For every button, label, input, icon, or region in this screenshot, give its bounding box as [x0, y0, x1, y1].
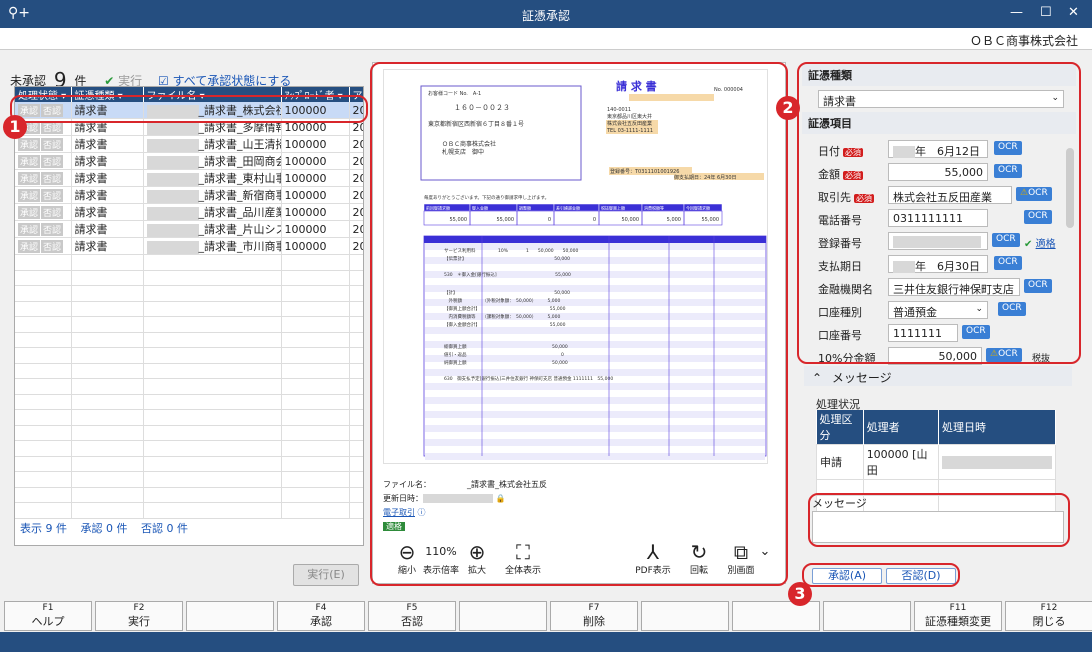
table-row[interactable]: 承認否認請求書_請求書_片山シス10000020	[15, 220, 363, 238]
reject-chip[interactable]: 否認	[41, 239, 64, 253]
row-uploader: 100000	[281, 186, 350, 204]
company-bar: ＯＢＣ商事株式会社	[0, 28, 1092, 50]
row-type: 請求書	[71, 220, 144, 238]
row-extra: 20	[349, 186, 363, 204]
minimize-button[interactable]: —	[1010, 5, 1023, 20]
table-row[interactable]: 承認否認請求書_請求書_山王清掃10000020	[15, 135, 363, 153]
approve-chip[interactable]: 承認	[18, 239, 41, 253]
reject-chip[interactable]: 否認	[41, 222, 64, 236]
table-row[interactable]: 承認否認請求書_請求書_東村山事10000020	[15, 169, 363, 187]
annotation-box-3	[802, 563, 960, 587]
row-extra: 20	[349, 135, 363, 153]
row-extra: 20	[349, 237, 363, 255]
annotation-badge-1: 1	[3, 115, 27, 139]
approved-count: 承認 0 件	[80, 522, 128, 535]
row-uploader: 100000	[281, 152, 350, 170]
annotation-box-1	[10, 95, 368, 123]
table-row[interactable]: 承認否認請求書_請求書_田岡商会10000020	[15, 152, 363, 170]
table-row[interactable]: 承認否認請求書_請求書_市川商事10000020	[15, 237, 363, 255]
fkey-f4[interactable]: F4 承認	[277, 601, 365, 631]
row-uploader: 100000	[281, 220, 350, 238]
approve-chip[interactable]: 承認	[18, 137, 41, 151]
fkey-empty	[459, 601, 547, 631]
row-file: _請求書_新宿商事	[143, 186, 282, 204]
annotation-badge-3: 3	[788, 582, 812, 606]
approve-chip[interactable]: 承認	[18, 222, 41, 236]
table-row[interactable]: 申請 100000 [山田	[816, 444, 1057, 480]
reject-chip[interactable]: 否認	[41, 188, 64, 202]
col-process-date: 処理日時	[938, 410, 1057, 445]
row-file: _請求書_田岡商会	[143, 152, 282, 170]
row-file: _請求書_品川産業	[143, 203, 282, 221]
company-name: ＯＢＣ商事株式会社	[969, 34, 1078, 48]
reject-chip[interactable]: 否認	[41, 205, 64, 219]
fkey-empty	[186, 601, 274, 631]
fkey-f5[interactable]: F5 否認	[368, 601, 456, 631]
reject-chip[interactable]: 否認	[41, 154, 64, 168]
chevron-up-icon: ⌃	[812, 371, 823, 385]
fkey-f2[interactable]: F2 実行	[95, 601, 183, 631]
display-count: 表示 9 件	[20, 522, 67, 535]
row-type: 請求書	[71, 152, 144, 170]
fkey-empty	[641, 601, 729, 631]
row-uploader: 100000	[281, 169, 350, 187]
fkey-f1[interactable]: F1 ヘルプ	[4, 601, 92, 631]
fkey-f7[interactable]: F7 削除	[550, 601, 638, 631]
approve-chip[interactable]: 承認	[18, 171, 41, 185]
table-row[interactable]: 承認否認請求書_請求書_新宿商事10000020	[15, 186, 363, 204]
row-file: _請求書_片山シス	[143, 220, 282, 238]
fkey-f12[interactable]: F12 閉じる	[1005, 601, 1092, 631]
col-process-type: 処理区分	[816, 410, 864, 445]
voucher-list-panel: 未承認 9 件 ✔ 実行 ☑ すべて承認状態にする 処理状態 ▾ 証憑種類 ▾ …	[10, 58, 366, 588]
approve-chip[interactable]: 承認	[18, 154, 41, 168]
approve-chip[interactable]: 承認	[18, 188, 41, 202]
table-row[interactable]: 承認否認請求書_請求書_品川産業10000020	[15, 203, 363, 221]
row-uploader: 100000	[281, 203, 350, 221]
function-key-bar: F1 ヘルプ F2 実行 F4 承認 F5 否認 F7 削除 F11 証憑種類変更 F12 閉じる	[4, 601, 1092, 631]
window-title: 証憑承認	[521, 9, 570, 23]
row-uploader: 100000	[281, 135, 350, 153]
row-file: _請求書_東村山事	[143, 169, 282, 187]
row-type: 請求書	[71, 169, 144, 187]
row-file: _請求書_山王清掃	[143, 135, 282, 153]
reject-chip[interactable]: 否認	[41, 171, 64, 185]
summary: 未承認 9 件 ✔ 実行 ☑ すべて承認状態にする	[10, 66, 291, 92]
maximize-button[interactable]: ☐	[1040, 5, 1052, 20]
col-processor: 処理者	[863, 410, 939, 445]
annotation-badge-2: 2	[776, 96, 800, 120]
fkey-empty	[823, 601, 911, 631]
status-bar	[0, 632, 1092, 652]
message-section-bar[interactable]: ⌃ メッセージ	[804, 366, 1072, 386]
grid-footer: 表示 9 件 承認 0 件 否認 0 件	[20, 520, 188, 536]
fkey-empty	[732, 601, 820, 631]
approve-chip[interactable]: 承認	[18, 205, 41, 219]
row-extra: 20	[349, 152, 363, 170]
row-extra: 20	[349, 169, 363, 187]
row-type: 請求書	[71, 203, 144, 221]
title-bar: ⚲+ 証憑承認 — ☐ ✕	[0, 0, 1092, 28]
annotation-box-2	[797, 62, 1081, 364]
execute-button[interactable]: 実行(E)	[293, 564, 359, 586]
row-type: 請求書	[71, 186, 144, 204]
annotation-box-center	[370, 62, 788, 586]
row-extra: 20	[349, 203, 363, 221]
row-extra: 20	[349, 220, 363, 238]
close-button[interactable]: ✕	[1068, 5, 1079, 20]
voucher-grid: 処理状態 ▾ 証憑種類 ▾ ファイル名 ▾ ｱｯﾌﾟﾛｰﾄﾞ者 ▾ ア 承認 否認…	[14, 86, 364, 546]
reject-chip[interactable]: 否認	[41, 137, 64, 151]
row-type: 請求書	[71, 237, 144, 255]
row-type: 請求書	[71, 135, 144, 153]
rejected-count: 否認 0 件	[141, 522, 188, 535]
row-uploader: 100000	[281, 237, 350, 255]
fkey-f11[interactable]: F11 証憑種類変更	[914, 601, 1002, 631]
row-file: _請求書_市川商事	[143, 237, 282, 255]
annotation-box-message	[808, 493, 1070, 547]
